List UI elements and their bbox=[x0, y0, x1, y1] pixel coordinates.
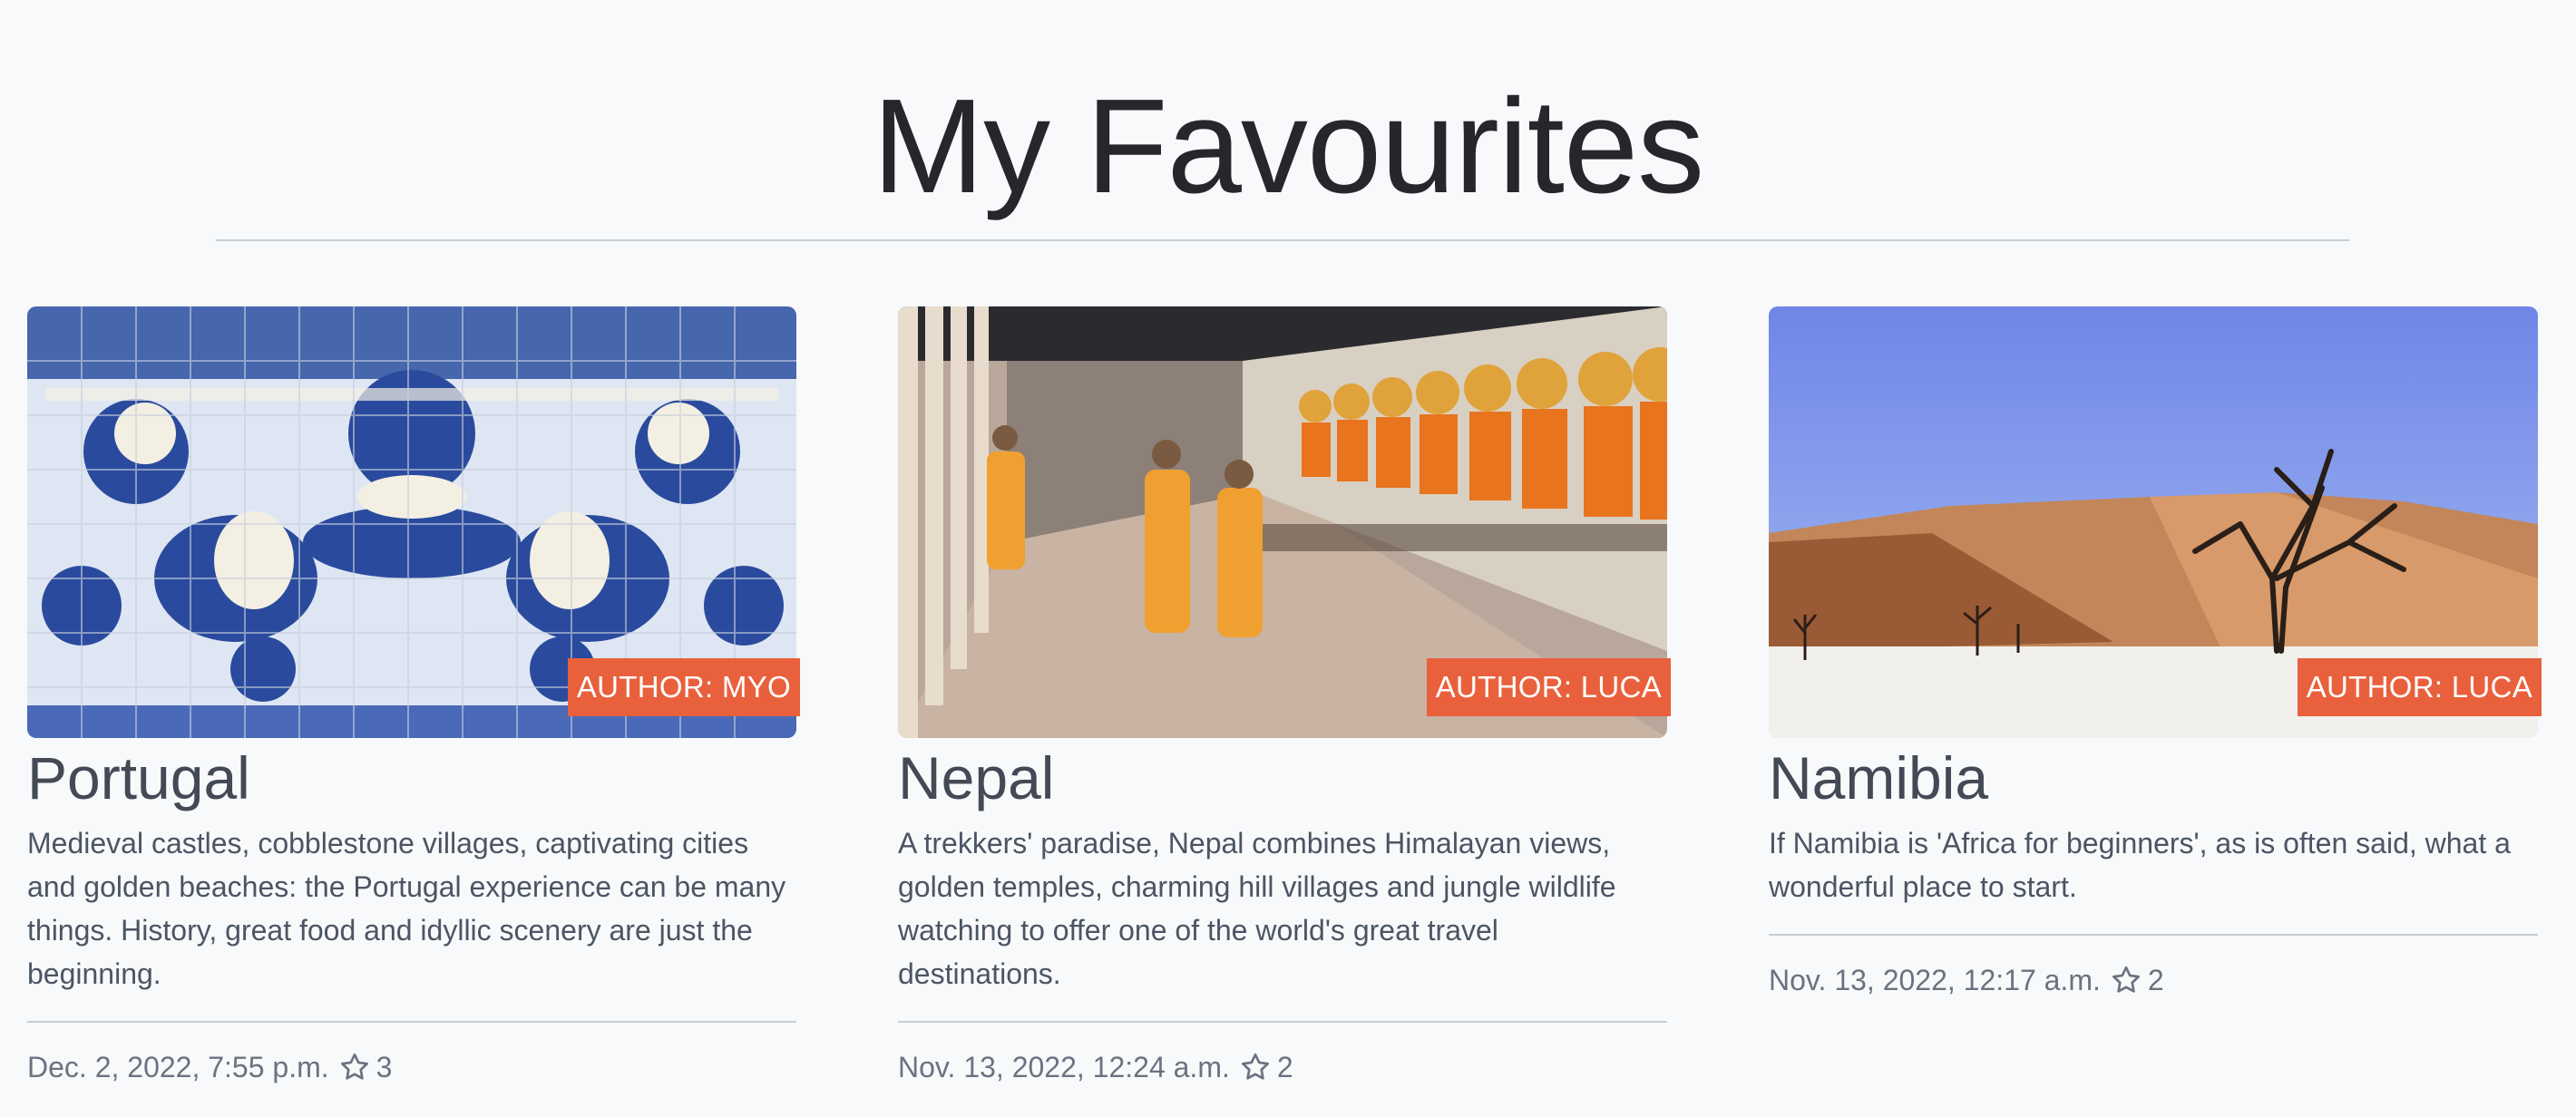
star-icon[interactable] bbox=[1239, 1051, 1272, 1083]
card-image-wrap[interactable]: AUTHOR: LUCA bbox=[898, 306, 1671, 738]
card-date: Dec. 2, 2022, 7:55 p.m. bbox=[27, 1051, 329, 1083]
star-icon[interactable] bbox=[2110, 964, 2142, 996]
card-meta: Nov. 13, 2022, 12:24 a.m. 2 bbox=[898, 1046, 1667, 1088]
card-nepal[interactable]: AUTHOR: LUCA Nepal A trekkers' paradise,… bbox=[898, 306, 1671, 1088]
card-description: If Namibia is 'Africa for beginners', as… bbox=[1769, 827, 2511, 903]
like-count: 2 bbox=[1276, 1051, 1293, 1083]
card-namibia[interactable]: AUTHOR: LUCA Namibia If Namibia is 'Afri… bbox=[1769, 306, 2542, 1001]
card-date: Nov. 13, 2022, 12:17 a.m. bbox=[1769, 964, 2101, 996]
title-divider bbox=[216, 239, 2349, 241]
author-badge: AUTHOR: LUCA bbox=[2297, 658, 2542, 716]
card-meta: Dec. 2, 2022, 7:55 p.m. 3 bbox=[27, 1046, 796, 1088]
card-image-wrap[interactable]: AUTHOR: LUCA bbox=[1769, 306, 2542, 738]
star-icon[interactable] bbox=[338, 1051, 371, 1083]
like-count: 3 bbox=[376, 1051, 393, 1083]
author-badge: AUTHOR: LUCA bbox=[1426, 658, 1671, 716]
card-divider bbox=[898, 1021, 1667, 1023]
card-divider bbox=[1769, 934, 2538, 936]
card-portugal[interactable]: AUTHOR: MYO Portugal Medieval castles, c… bbox=[27, 306, 800, 1088]
card-meta: Nov. 13, 2022, 12:17 a.m. 2 bbox=[1769, 959, 2538, 1001]
card-date: Nov. 13, 2022, 12:24 a.m. bbox=[898, 1051, 1230, 1083]
card-title[interactable]: Portugal bbox=[27, 742, 796, 814]
card-title[interactable]: Nepal bbox=[898, 742, 1667, 814]
card-title[interactable]: Namibia bbox=[1769, 742, 2538, 814]
card-description: Medieval castles, cobblestone villages, … bbox=[27, 827, 786, 990]
card-divider bbox=[27, 1021, 796, 1023]
card-description: A trekkers' paradise, Nepal combines Him… bbox=[898, 827, 1616, 990]
page-title: My Favourites bbox=[872, 72, 1704, 221]
like-count: 2 bbox=[2147, 964, 2164, 996]
author-badge: AUTHOR: MYO bbox=[567, 658, 800, 716]
card-image-wrap[interactable]: AUTHOR: MYO bbox=[27, 306, 800, 738]
